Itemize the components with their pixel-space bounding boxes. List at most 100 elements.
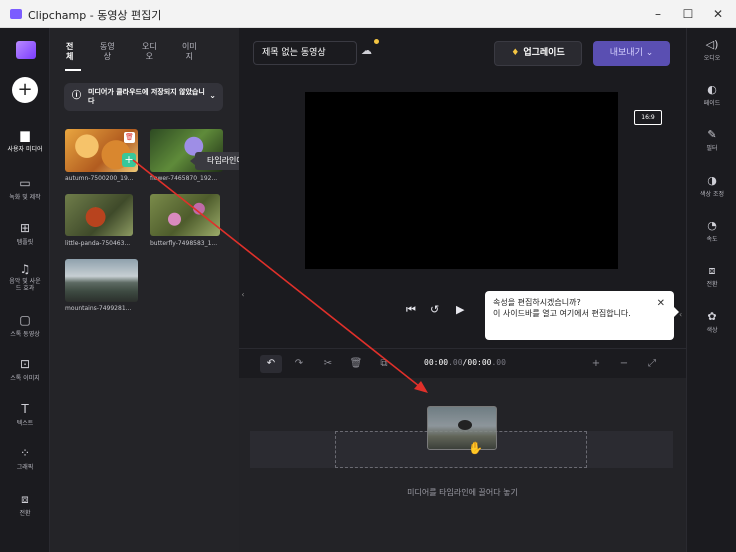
transition-icon: ⧈ [708, 264, 716, 277]
window-title-bar: Clipchamp - 동영상 편집기 – ☐ ✕ [0, 0, 736, 28]
play-icon[interactable]: ▶ [456, 303, 464, 316]
media-item-label: flower-7465870_192... [150, 175, 218, 182]
timeline-toolbar: ↶ ↷ ✂ 🗑 ⧉ 00:00.00/00:00.00 + − ⤢ [239, 348, 686, 378]
thumbnail-image [150, 194, 220, 236]
clipchamp-app-icon [16, 41, 36, 59]
upgrade-button[interactable]: ♦ 업그레이드 [494, 41, 582, 66]
media-item-label: mountains-7499281... [65, 305, 132, 312]
sidebar-item-stock-video[interactable]: ▢ 스톡 동영상 [0, 313, 50, 338]
close-button[interactable]: ✕ [703, 4, 733, 24]
gem-icon: ♦ [511, 48, 520, 58]
media-item-butterfly[interactable] [150, 194, 220, 236]
dragged-media-thumbnail [427, 406, 497, 450]
sidebar-item-adjust-colors[interactable]: ◑ 색상 조정 [687, 174, 736, 198]
sidebar-item-music-sfx[interactable]: ♫ 음악 및 사운드 효과 [0, 262, 50, 292]
camera-icon: ▭ [19, 176, 31, 190]
palette-icon: ✿ [707, 310, 717, 323]
rewind-icon[interactable]: ↺ [430, 303, 439, 316]
media-item-label: butterfly-7498583_1... [150, 240, 218, 247]
sidebar-item-transition[interactable]: ⧈ 전환 [687, 264, 736, 288]
total-time-ms: .00 [491, 358, 506, 367]
sidebar-item-label: 오디오 [703, 55, 721, 62]
properties-sidebar: ‹ ◁) 오디오 ◐ 페이드 ✎ 필터 ◑ 색상 조정 ◔ 속도 ⧈ 전환 ✿ … [679, 28, 736, 552]
editor-app: + ▆ 사용자 미디어 ▭ 녹화 및 제작 ⊞ 템플릿 ♫ 음악 및 사운드 효… [0, 28, 736, 552]
collapse-media-panel-icon[interactable]: ‹ [239, 280, 247, 310]
sidebar-item-label: 필터 [706, 145, 718, 152]
properties-tip-heading: 속성을 편집하시겠습니까? [493, 298, 581, 307]
transition-icon: ⧈ [21, 492, 29, 506]
create-new-button[interactable]: + [12, 77, 38, 103]
delete-icon[interactable]: 🗑 [124, 132, 135, 143]
sidebar-item-templates[interactable]: ⊞ 템플릿 [0, 221, 50, 246]
sidebar-item-audio[interactable]: ◁) 오디오 [687, 38, 736, 62]
sidebar-item-label: 스톡 동영상 [10, 331, 40, 338]
speed-icon: ◔ [707, 219, 717, 232]
sidebar-item-label: 녹화 및 제작 [9, 194, 41, 201]
tab-videos[interactable]: 동영 상 [100, 42, 115, 62]
active-tab-indicator [65, 69, 81, 71]
sidebar-item-label: 페이드 [703, 100, 721, 107]
grab-cursor-icon: ✋ [468, 441, 483, 455]
properties-tooltip: 속성을 편집하시겠습니까? 이 사이드바를 열고 여기에서 편집합니다. ✕ [485, 291, 679, 340]
maximize-button[interactable]: ☐ [673, 4, 703, 24]
sidebar-item-label: 사용자 미디어 [7, 146, 43, 153]
media-item-autumn[interactable]: 🗑 + [65, 129, 138, 172]
delete-button[interactable]: 🗑 [345, 355, 367, 373]
sidebar-item-stock-images[interactable]: ⊡ 스톡 이미지 [0, 357, 50, 382]
sidebar-item-record-create[interactable]: ▭ 녹화 및 제작 [0, 176, 50, 201]
sidebar-item-label: 색상 [706, 327, 718, 334]
tab-all[interactable]: 전 체 [66, 42, 73, 62]
tab-images[interactable]: 이미 지 [182, 42, 197, 62]
cloud-off-icon[interactable]: ☁ [361, 44, 372, 57]
expand-properties-icon[interactable]: ‹ [679, 310, 682, 319]
fade-icon: ◐ [707, 83, 717, 96]
fit-timeline-button[interactable]: ⤢ [641, 355, 663, 373]
media-item-label: little-panda-750463... [65, 240, 131, 247]
skip-back-icon[interactable]: ⏮ [406, 303, 416, 317]
duplicate-button[interactable]: ⧉ [373, 355, 395, 373]
cloud-notice-text: 미디어가 클라우드에 저장되지 않았습니다 [88, 88, 205, 105]
media-item-mountains[interactable] [65, 259, 138, 302]
timeline-area: ✋ 미디어를 타임라인에 끌어다 놓기 [239, 378, 686, 552]
timeline-drop-hint: 미디어를 타임라인에 끌어다 놓기 [407, 488, 518, 497]
zoom-in-button[interactable]: + [585, 355, 607, 373]
close-icon[interactable]: ✕ [657, 298, 665, 309]
sidebar-item-color[interactable]: ✿ 색상 [687, 310, 736, 334]
upgrade-label: 업그레이드 [523, 48, 565, 58]
undo-button[interactable]: ↶ [260, 355, 282, 373]
shapes-icon: ⁘ [19, 446, 31, 460]
sidebar-item-your-media[interactable]: ▆ 사용자 미디어 [0, 128, 50, 153]
export-button[interactable]: 내보내기 ⌄ [593, 41, 670, 66]
media-tabs: 전 체 동영 상 오디 오 이미 지 [58, 42, 233, 72]
cloud-storage-notice[interactable]: ⓘ 미디어가 클라우드에 저장되지 않았습니다 ⌄ [64, 83, 223, 111]
thumbnail-image [458, 420, 472, 430]
media-panel: 전 체 동영 상 오디 오 이미 지 ⓘ 미디어가 클라우드에 저장되지 않았습… [50, 28, 273, 552]
music-icon: ♫ [19, 262, 31, 276]
current-time: 00:00 [424, 358, 449, 367]
aspect-ratio-button[interactable]: 16:9 [634, 110, 662, 125]
sidebar-item-fade[interactable]: ◐ 페이드 [687, 83, 736, 107]
tab-audio[interactable]: 오디 오 [142, 42, 157, 62]
current-time-ms: .00 [448, 358, 463, 367]
film-icon: ▢ [19, 313, 31, 327]
total-time: 00:00 [467, 358, 492, 367]
window-title: Clipchamp - 동영상 편집기 [28, 9, 162, 22]
add-to-timeline-icon[interactable]: + [122, 153, 136, 167]
sidebar-item-transitions[interactable]: ⧈ 전환 [0, 492, 50, 517]
sidebar-item-filters[interactable]: ✎ 필터 [687, 128, 736, 152]
sidebar-item-label: 그래픽 [16, 464, 34, 471]
sidebar-item-label: 텍스트 [16, 420, 34, 427]
sidebar-item-speed[interactable]: ◔ 속도 [687, 219, 736, 243]
clipchamp-logo-icon [10, 9, 22, 19]
redo-button[interactable]: ↷ [288, 355, 310, 373]
split-button[interactable]: ✂ [317, 355, 339, 373]
minimize-button[interactable]: – [643, 4, 673, 24]
zoom-out-button[interactable]: − [613, 355, 635, 373]
sidebar-item-label: 전환 [19, 510, 31, 517]
sidebar-item-text[interactable]: T 텍스트 [0, 402, 50, 427]
media-item-little-panda[interactable] [65, 194, 133, 236]
project-title-field[interactable]: 제목 없는 동영상 [253, 41, 357, 65]
video-preview-canvas [305, 92, 618, 269]
sidebar-item-graphics[interactable]: ⁘ 그래픽 [0, 446, 50, 471]
folder-icon: ▆ [20, 128, 30, 142]
